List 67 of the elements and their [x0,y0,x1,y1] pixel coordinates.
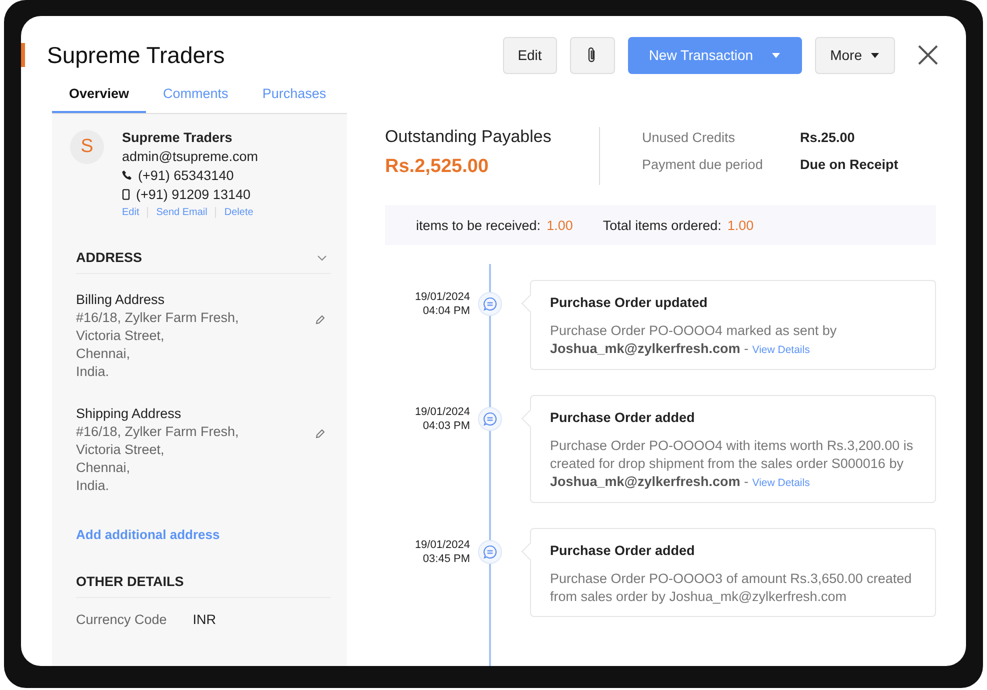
detail-label: Payment due period [642,157,764,172]
paperclip-icon [587,46,598,64]
caret-icon [870,52,880,58]
caret-icon [771,52,782,58]
close-icon[interactable] [918,45,938,65]
detail-label: Unused Credits [642,130,736,145]
comment-icon [478,407,502,431]
attach-button[interactable] [570,36,615,74]
activity-description: Purchase Order PO-OOOO3 of amount Rs.3,650.00 created from sales order by Joshua_mk@zylkerfresh.com [550,570,913,606]
mobile-icon [122,189,130,200]
avatar: S [70,130,104,164]
address-line: #16/18, Zylker Farm Fresh, [76,423,239,441]
detail-label: Currency Code [76,612,167,627]
pencil-icon[interactable] [315,429,325,439]
address-line: India. [76,477,110,495]
address-line: Chennai, [76,459,132,477]
activity-description: Purchase Order PO-OOOO4 with items worth Rs.3,200.00 is created for drop shipment from the sales order S000016 by Joshua_mk@zylkerfresh.com - View Details [550,437,914,491]
address-title: Shipping Address [76,405,182,423]
add-address-link[interactable]: Add additional address [76,527,331,542]
entry-date: 19/01/2024 [414,290,470,304]
view-details-link[interactable]: View Details [752,344,810,356]
chevron-icon[interactable] [317,254,327,260]
contact-action-link[interactable]: Delete [224,207,254,218]
activity-title: Purchase Order updated [550,295,709,310]
comment-icon [478,292,502,316]
view-details-link[interactable]: View Details [752,477,810,489]
contact-action-link[interactable]: Edit [122,207,140,218]
mobile-number: (+91) 91209 13140 [136,187,250,202]
stat-label: items to be received: [416,218,541,232]
address-line: Victoria Street, [76,327,166,345]
entry-time: 03:45 PM [422,552,470,566]
phone-number: (+91) 65343140 [138,168,234,183]
new-transaction-button[interactable]: New Transaction [628,36,802,74]
section-heading: OTHER DETAILS [76,574,184,589]
section-heading: ADDRESS [76,250,142,265]
contact-action-link[interactable]: Send Email [156,207,208,218]
summary-label: Outstanding Payables [385,127,552,147]
address-line: Victoria Street, [76,441,166,459]
address-line: #16/18, Zylker Farm Fresh, [76,309,239,327]
stat-label: Total items ordered: [602,218,722,232]
contact-name: Supreme Traders [122,130,234,145]
address-title: Billing Address [76,291,166,309]
address-line: Chennai, [76,345,132,363]
pencil-icon[interactable] [315,315,325,325]
accent-bar [21,43,25,67]
stat-value: 1.00 [727,218,754,232]
edit-button[interactable]: Edit [502,36,557,74]
entry-date: 19/01/2024 [414,538,470,552]
contact-email: admin@tsupreme.com [122,149,258,164]
more-button[interactable]: More [815,36,895,74]
activity-description: Purchase Order PO-OOOO4 marked as sent by Joshua_mk@zylkerfresh.com - View Details [550,322,838,358]
entry-time: 04:04 PM [422,304,470,318]
entry-time: 04:03 PM [422,419,470,433]
comment-icon [478,540,502,564]
entry-date: 19/01/2024 [414,405,470,419]
page-title: Supreme Traders [47,42,225,68]
detail-value: Due on Receipt [800,157,898,172]
detail-value: INR [192,612,216,627]
activity-title: Purchase Order added [550,543,696,558]
outstanding-amount: Rs.2,525.00 [385,156,490,178]
phone-icon [122,170,132,181]
detail-value: Rs.25.00 [800,130,856,145]
tab[interactable]: Purchases [245,81,344,113]
tab[interactable]: Comments [146,81,246,113]
activity-title: Purchase Order added [550,410,696,425]
stat-value: 1.00 [546,218,573,232]
address-line: India. [76,363,110,381]
